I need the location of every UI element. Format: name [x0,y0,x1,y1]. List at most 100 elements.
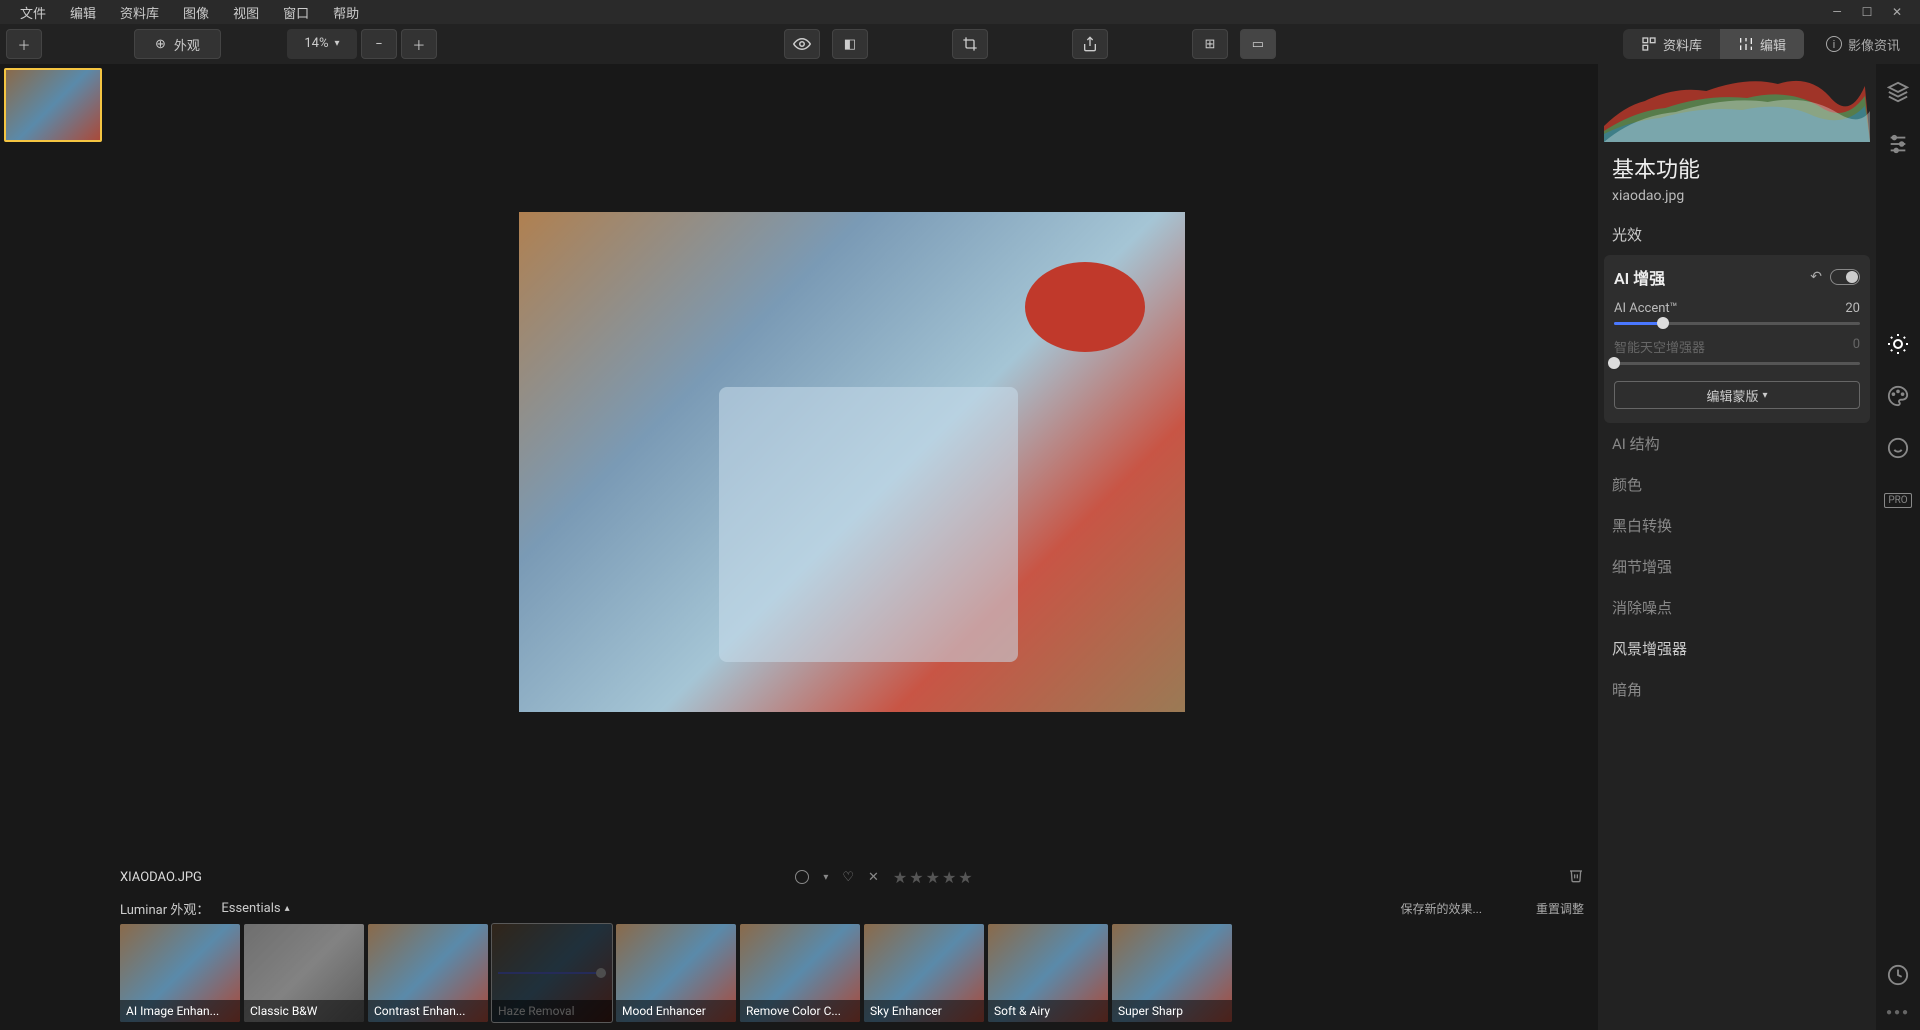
favorite-heart-icon[interactable]: ♡ [842,870,854,885]
preset-label: Sky Enhancer [864,1000,984,1022]
menu-view[interactable]: 视图 [221,3,271,22]
slider-ai-accent: AI Accent™ 20 [1614,301,1860,325]
slider-track[interactable] [1614,362,1860,365]
preview-eye-button[interactable] [784,29,820,59]
smile-icon[interactable] [1886,436,1910,460]
maximize-icon[interactable]: ☐ [1852,5,1882,19]
panel-row-denoise[interactable]: 消除噪点 [1598,587,1876,628]
preset-label: Soft & Airy [988,1000,1108,1022]
panel-row-vignette[interactable]: 暗角 [1598,669,1876,710]
image-info-label: 影像资讯 [1848,35,1900,54]
zoom-in-button[interactable]: ＋ [401,29,437,59]
close-icon[interactable]: ✕ [1882,5,1912,19]
preset-label: Contrast Enhan... [368,1000,488,1022]
compare-button[interactable]: ◧ [832,29,868,59]
panel-row-landscape[interactable]: 风景增强器 [1598,628,1876,669]
filmstrip [0,64,106,1030]
history-icon[interactable] [1886,963,1910,987]
looks-label: Luminar 外观： [120,899,209,918]
preset-item[interactable]: Remove Color C... [740,924,860,1022]
reset-adjustments-button[interactable]: 重置调整 [1536,900,1584,917]
preset-item[interactable]: AI Image Enhan... [120,924,240,1022]
preset-label: Classic B&W [244,1000,364,1022]
menu-help[interactable]: 帮助 [321,3,371,22]
toolbar: ＋ ⊕ 外观 14%▾ − ＋ ◧ ⊞ ▭ 资料库 [0,24,1920,64]
preset-item[interactable]: Super Sharp [1112,924,1232,1022]
zoom-value[interactable]: 14%▾ [287,29,357,59]
library-tab[interactable]: 资料库 [1623,29,1720,59]
pro-badge[interactable]: PRO [1886,488,1910,512]
looks-category-dropdown[interactable]: Essentials ▴ [221,901,289,916]
zoom-out-button[interactable]: − [361,29,397,59]
preset-item[interactable]: Classic B&W [244,924,364,1022]
sliders-icon [1738,36,1754,52]
ai-enhance-block: AI 增强 ↶ AI Accent™ 20 智能天空增强器0 编辑蒙版▾ [1604,255,1870,423]
slider-value: 20 [1845,301,1860,316]
panel-row-detail[interactable]: 细节增强 [1598,546,1876,587]
palette-icon[interactable] [1886,384,1910,408]
panel-row-light[interactable]: 光效 [1598,214,1876,255]
single-view-button[interactable]: ▭ [1240,29,1276,59]
trash-icon[interactable] [1568,867,1584,887]
ai-enhance-title: AI 增强 [1614,265,1810,289]
preset-item[interactable]: Sky Enhancer [864,924,984,1022]
reject-x-icon[interactable]: ✕ [868,870,879,885]
menu-file[interactable]: 文件 [8,3,58,22]
slider-label: 智能天空增强器 [1614,337,1705,356]
eye-icon [793,35,811,53]
crop-button[interactable] [952,29,988,59]
adjust-sliders-icon[interactable] [1886,132,1910,156]
looks-bar: Luminar 外观： Essentials ▴ 保存新的效果... 重置调整 [106,894,1598,922]
panel-row-bw[interactable]: 黑白转换 [1598,505,1876,546]
menu-bar: 文件 编辑 资料库 图像 视图 窗口 帮助 — ☐ ✕ [0,0,1920,24]
chevron-down-icon[interactable]: ▾ [823,872,828,883]
sun-icon[interactable] [1886,332,1910,356]
menu-edit[interactable]: 编辑 [58,3,108,22]
export-button[interactable] [1072,29,1108,59]
preset-item[interactable]: Contrast Enhan... [368,924,488,1022]
export-icon [1082,36,1098,52]
library-icon [1641,36,1657,52]
preset-label: Super Sharp [1112,1000,1232,1022]
preset-amount-slider[interactable] [498,972,606,974]
rating-stars[interactable]: ★★★★★ [893,868,975,887]
preset-item[interactable]: Soft & Airy [988,924,1108,1022]
edit-tab-label: 编辑 [1760,35,1786,54]
appearance-label: 外观 [174,35,200,54]
slider-sky-enhancer: 智能天空增强器0 [1614,337,1860,365]
color-label-dot[interactable] [795,870,809,884]
image-info-button[interactable]: i 影像资讯 [1812,29,1914,59]
more-dots-icon[interactable]: ●●● [1886,1007,1910,1018]
canvas-area[interactable] [106,64,1598,860]
menu-window[interactable]: 窗口 [271,3,321,22]
chevron-up-icon: ▴ [285,903,290,914]
menu-image[interactable]: 图像 [171,3,221,22]
presets-strip: AI Image Enhan... Classic B&W Contrast E… [106,922,1598,1030]
slider-track[interactable] [1614,322,1860,325]
preset-label: Remove Color C... [740,1000,860,1022]
save-look-button[interactable]: 保存新的效果... [1400,900,1482,917]
histogram[interactable] [1604,66,1870,142]
minimize-icon[interactable]: — [1822,5,1852,19]
appearance-button[interactable]: ⊕ 外观 [134,29,221,59]
preset-item[interactable]: Mood Enhancer [616,924,736,1022]
tool-strip: PRO ●●● [1876,64,1920,1030]
slider-label: AI Accent™ [1614,301,1678,316]
info-icon: i [1826,36,1842,52]
library-tab-label: 资料库 [1663,35,1702,54]
undo-icon[interactable]: ↶ [1810,269,1822,285]
grid-view-button[interactable]: ⊞ [1192,29,1228,59]
add-button[interactable]: ＋ [6,29,42,59]
layers-icon[interactable] [1886,80,1910,104]
preset-item-selected[interactable]: Haze Removal [492,924,612,1022]
thumbnail-selected[interactable] [4,68,102,142]
edit-mask-button[interactable]: 编辑蒙版▾ [1614,381,1860,409]
menu-library[interactable]: 资料库 [108,3,171,22]
panel-row-ai-structure[interactable]: AI 结构 [1598,423,1876,464]
chevron-down-icon: ▾ [1762,390,1767,401]
ai-enhance-toggle[interactable] [1830,269,1860,285]
crop-icon [962,36,978,52]
looks-category-label: Essentials [221,901,280,916]
edit-tab[interactable]: 编辑 [1720,29,1804,59]
panel-row-color[interactable]: 颜色 [1598,464,1876,505]
